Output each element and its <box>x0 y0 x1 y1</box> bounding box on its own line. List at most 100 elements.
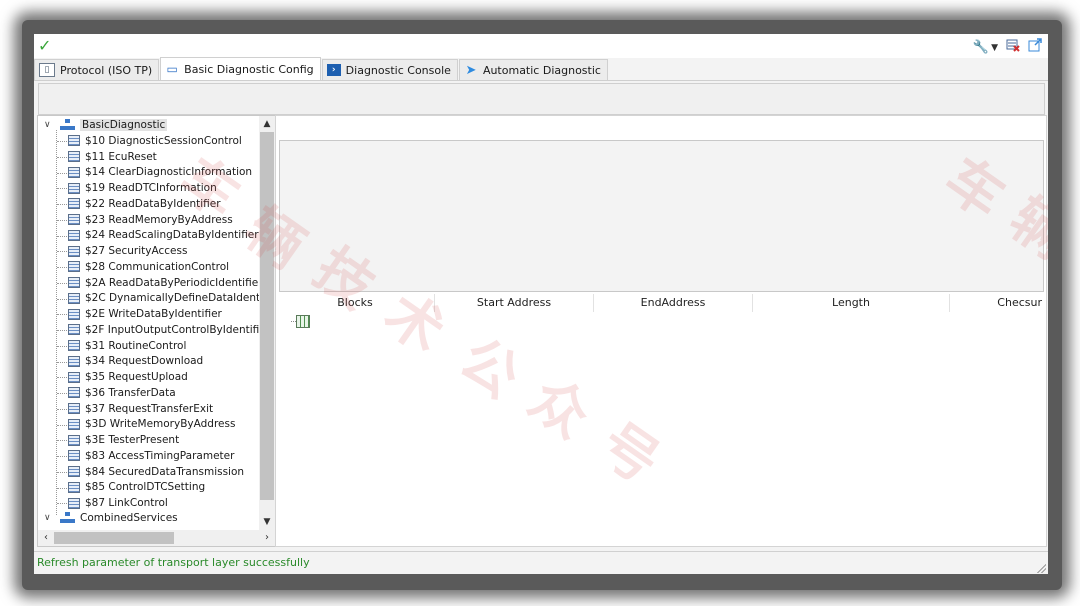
tree-guide-line <box>57 267 67 268</box>
blocks-table-header: Blocks Start Address EndAddress Length C… <box>276 294 1046 312</box>
tree-node-service[interactable]: $2C DynamicallyDefineDataIdentifier <box>68 291 276 307</box>
tree-guide-line <box>57 424 67 426</box>
service-list-icon <box>68 481 80 493</box>
tree-node-service[interactable]: $27 SecurityAccess <box>68 243 187 259</box>
tree-node-combined-services[interactable]: ∨ CombinedServices <box>44 510 178 526</box>
tree-guide-line <box>57 314 67 316</box>
top-bar: ✓ 🔧 ▼ <box>34 34 1048 58</box>
chevron-down-icon[interactable]: ∨ <box>44 120 54 130</box>
scroll-thumb[interactable] <box>54 532 174 544</box>
tree-node-service[interactable]: $35 RequestUpload <box>68 369 188 385</box>
tree-node-service[interactable]: $22 ReadDataByIdentifier <box>68 196 221 212</box>
tree-node-service[interactable]: $36 TransferData <box>68 385 176 401</box>
tree-node-label: $24 ReadScalingDataByIdentifier <box>85 229 259 242</box>
service-list-icon <box>68 261 80 273</box>
tree-node-label: $2C DynamicallyDefineDataIdentifier <box>85 292 276 305</box>
service-list-icon <box>68 497 80 509</box>
tree-node-service[interactable]: $14 ClearDiagnosticInformation <box>68 165 252 181</box>
tree-guide-line <box>57 298 67 300</box>
tree-guide-line <box>57 330 67 331</box>
column-header-checksum[interactable]: Checsur <box>950 294 1046 312</box>
tree-guide-line <box>57 156 67 158</box>
column-header-start-address[interactable]: Start Address <box>435 294 594 312</box>
tree-node-service[interactable]: $83 AccessTimingParameter <box>68 448 234 464</box>
column-header-end-address[interactable]: EndAddress <box>594 294 753 312</box>
protocol-icon: ▯ <box>39 63 55 77</box>
wrench-icon[interactable]: 🔧 <box>973 40 989 56</box>
tree-node-label: $2A ReadDataByPeriodicIdentifier <box>85 276 263 289</box>
tab-label: Basic Diagnostic Config <box>184 62 314 76</box>
tree-node-service[interactable]: $11 EcuReset <box>68 149 157 165</box>
tree-node-service[interactable]: $87 LinkControl <box>68 495 168 511</box>
tab-automatic-diagnostic[interactable]: ➤ Automatic Diagnostic <box>458 59 608 80</box>
tree-node-label: $36 TransferData <box>85 386 176 399</box>
service-list-icon <box>68 308 80 320</box>
tab-basic-diagnostic-config[interactable]: ▭ Basic Diagnostic Config <box>160 57 321 80</box>
tree-node-label: $2F InputOutputControlByIdentifier <box>85 323 271 336</box>
tree-guide-line <box>57 282 67 284</box>
scroll-left-icon[interactable]: ‹ <box>38 530 54 546</box>
toolbar-icons: 🔧 ▼ <box>973 38 1042 57</box>
console-icon: › <box>326 64 341 76</box>
tree-node-label: $3D WriteMemoryByAddress <box>85 418 236 431</box>
tree-node-label: $84 SecuredDataTransmission <box>85 465 245 478</box>
tree-node-service[interactable]: $19 ReadDTCInformation <box>68 180 217 196</box>
dropdown-caret-icon[interactable]: ▼ <box>991 40 998 56</box>
tree-node-service[interactable]: $84 SecuredDataTransmission <box>68 464 244 480</box>
tree-node-service[interactable]: $37 RequestTransferExit <box>68 401 213 417</box>
tree-node-service[interactable]: $34 RequestDownload <box>68 354 203 370</box>
resize-grip-icon[interactable] <box>1036 563 1046 573</box>
tree-node-label: BasicDiagnostic <box>80 118 168 131</box>
chevron-down-icon[interactable]: ∨ <box>44 513 54 523</box>
service-list-icon <box>68 387 80 399</box>
tree-horizontal-scrollbar[interactable]: ‹ › <box>38 530 275 546</box>
tree-node-basic-diagnostic[interactable]: ∨ BasicDiagnostic <box>44 117 168 133</box>
tree-node-label: $3E TesterPresent <box>85 434 180 447</box>
tree-node-service[interactable]: $85 ControlDTCSetting <box>68 480 205 496</box>
tree-node-service[interactable]: $10 DiagnosticSessionControl <box>68 133 242 149</box>
column-header-length[interactable]: Length <box>753 294 950 312</box>
service-list-icon <box>68 434 80 446</box>
tab-label: Protocol (ISO TP) <box>60 63 153 77</box>
service-list-icon <box>68 135 80 147</box>
tree-node-service[interactable]: $3E TesterPresent <box>68 432 179 448</box>
tree-node-label: CombinedServices <box>80 511 178 524</box>
tree-node-service[interactable]: $31 RoutineControl <box>68 338 186 354</box>
scroll-thumb[interactable] <box>260 132 274 500</box>
tree-guide-line <box>57 219 67 221</box>
tab-bar: ▯ Protocol (ISO TP) ▭ Basic Diagnostic C… <box>34 57 1048 81</box>
tree-guide-line <box>57 235 67 237</box>
application-window: ✓ 🔧 ▼ ▯ Protocol (ISO TP) ▭ Basic Diagno… <box>34 34 1048 574</box>
detail-pane: Blocks Start Address EndAddress Length C… <box>275 115 1047 547</box>
parameter-panel <box>279 140 1044 292</box>
scroll-down-icon[interactable]: ▼ <box>259 514 275 530</box>
tree-node-label: $11 EcuReset <box>85 150 157 163</box>
service-list-icon <box>68 277 80 289</box>
tab-diagnostic-console[interactable]: › Diagnostic Console <box>321 59 458 80</box>
service-list-icon <box>68 166 80 178</box>
tree-guide-line <box>57 503 67 505</box>
tree-node-service[interactable]: $3D WriteMemoryByAddress <box>68 417 235 433</box>
tree-node-service[interactable]: $24 ReadScalingDataByIdentifier <box>68 228 259 244</box>
tree-node-service[interactable]: $2A ReadDataByPeriodicIdentifier <box>68 275 263 291</box>
scroll-up-icon[interactable]: ▲ <box>259 116 275 132</box>
service-list-icon <box>68 182 80 194</box>
tree-node-service[interactable]: $23 ReadMemoryByAddress <box>68 212 233 228</box>
tab-protocol-iso-tp[interactable]: ▯ Protocol (ISO TP) <box>34 59 160 80</box>
add-row-icon[interactable] <box>291 315 310 328</box>
tree-guide-line <box>57 345 67 347</box>
filter-clear-icon[interactable] <box>1006 38 1020 57</box>
tree-node-label: $19 ReadDTCInformation <box>85 182 217 195</box>
tree-node-service[interactable]: $2E WriteDataByIdentifier <box>68 306 222 322</box>
export-icon[interactable] <box>1028 38 1042 57</box>
tree-guide-line <box>57 188 67 190</box>
tree-vertical-scrollbar[interactable]: ▲ ▼ <box>259 116 275 530</box>
service-list-icon <box>68 151 80 163</box>
scroll-right-icon[interactable]: › <box>259 530 275 546</box>
tree-guide-line <box>57 393 67 394</box>
tree-node-label: $27 SecurityAccess <box>85 245 188 258</box>
column-header-blocks[interactable]: Blocks <box>276 294 435 312</box>
tree-node-service[interactable]: $28 CommunicationControl <box>68 259 229 275</box>
tree-node-service[interactable]: $2F InputOutputControlByIdentifier <box>68 322 270 338</box>
tree-list: ∨ BasicDiagnostic $10 DiagnosticSessionC… <box>38 116 275 530</box>
